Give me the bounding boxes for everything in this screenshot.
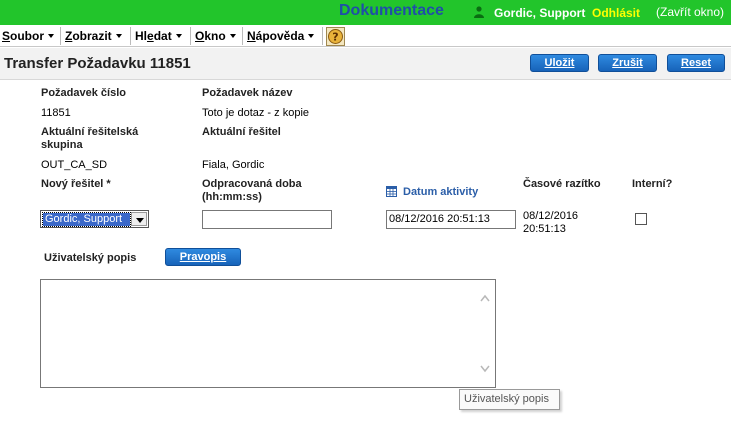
menu-separator [60, 27, 61, 45]
request-number-value: 11851 [41, 107, 71, 119]
menu-separator [242, 27, 243, 45]
calendar-icon[interactable] [386, 186, 397, 197]
request-name-label: Požadavek název [202, 87, 293, 99]
chevron-down-icon [229, 33, 236, 38]
current-solver-value: Fiala, Gordic [202, 159, 265, 171]
current-group-value: OUT_CA_SD [41, 159, 108, 171]
chevron-down-icon [115, 33, 122, 38]
scroll-up-icon[interactable] [480, 294, 490, 302]
save-button[interactable]: Uložit [530, 54, 589, 72]
menu-zobrazit[interactable]: Zobrazit [65, 29, 122, 43]
tooltip: Uživatelský popis [459, 389, 560, 410]
reset-button[interactable]: Reset [667, 54, 725, 72]
menu-napoveda[interactable]: Nápověda [247, 29, 315, 43]
activity-date-input[interactable]: 08/12/2016 20:51:13 [386, 210, 516, 229]
current-user: Gordic, Support [494, 6, 586, 20]
cancel-button[interactable]: Zrušit [598, 54, 657, 72]
menu-separator [190, 27, 191, 45]
new-solver-selected-value: Gordic, Support [42, 212, 131, 227]
close-window-link[interactable]: (Zavřít okno) [656, 5, 724, 19]
title-bar: Transfer Požadavku 11851 Uložit Zrušit R… [0, 48, 731, 80]
menu-soubor[interactable]: Soubor [2, 29, 55, 43]
chevron-down-icon [48, 33, 55, 38]
menu-hledat[interactable]: Hledat [135, 29, 182, 43]
user-description-label: Uživatelský popis [44, 252, 137, 264]
worked-time-input[interactable] [202, 210, 332, 229]
menu-separator [130, 27, 131, 45]
menu-bar: Soubor Zobrazit Hledat Okno Nápověda [0, 25, 731, 47]
chevron-down-icon [308, 33, 315, 38]
activity-date-link[interactable]: Datum aktivity [403, 186, 478, 198]
svg-text:?: ? [332, 31, 338, 44]
top-header: Dokumentace Gordic, Support Odhlásit (Za… [0, 0, 731, 25]
menu-separator [322, 27, 323, 45]
timestamp-value: 08/12/2016 20:51:13 [523, 210, 579, 235]
logout-link[interactable]: Odhlásit [592, 6, 640, 20]
app-title: Dokumentace [339, 2, 444, 19]
scroll-down-icon[interactable] [480, 365, 490, 373]
menu-okno[interactable]: Okno [195, 29, 236, 43]
page-title: Transfer Požadavku 11851 [4, 55, 191, 72]
spellcheck-button[interactable]: Pravopis [165, 248, 241, 266]
new-solver-select[interactable]: Gordic, Support [40, 210, 149, 228]
chevron-down-icon [175, 33, 182, 38]
user-description-textarea[interactable] [40, 279, 496, 388]
user-icon [474, 6, 484, 18]
worked-time-label: Odpracovaná doba (hh:mm:ss) [202, 178, 302, 203]
request-name-value: Toto je dotaz - z kopie [202, 107, 310, 119]
new-solver-label: Nový řešitel * [41, 178, 111, 190]
current-group-label: Aktuální řešitelská skupina [41, 126, 139, 151]
internal-label: Interní? [632, 178, 673, 190]
chevron-down-icon[interactable] [131, 212, 147, 226]
timestamp-label: Časové razítko [523, 178, 601, 190]
help-icon[interactable]: ? [326, 27, 345, 46]
current-solver-label: Aktuální řešitel [202, 126, 281, 138]
internal-checkbox[interactable] [635, 213, 647, 225]
request-number-label: Požadavek číslo [41, 87, 126, 99]
